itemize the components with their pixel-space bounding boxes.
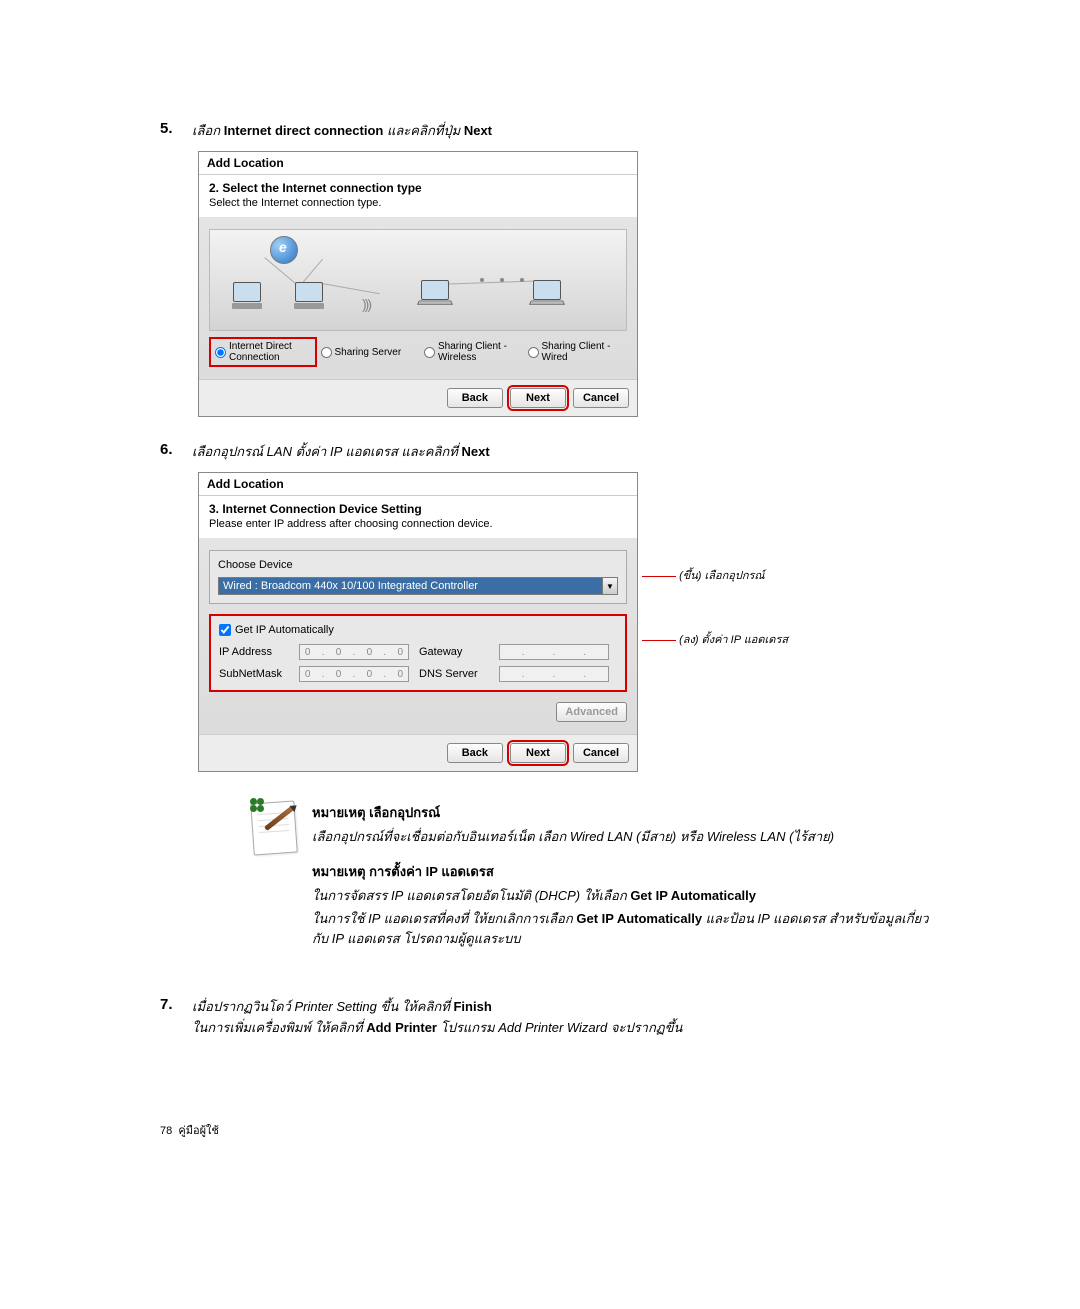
ip-address-label: IP Address [219,646,289,658]
text: เลือกอุปกรณ์ LAN ตั้งค่า IP แอดเดรส และค… [192,444,461,459]
text: เลือก [192,123,224,138]
wireless-waves-icon: ))) [362,296,370,312]
device-value: Wired : Broadcom 440x 10/100 Integrated … [218,577,602,595]
step-6: 6. เลือกอุปกรณ์ LAN ตั้งค่า IP แอดเดรส แ… [160,441,940,972]
subnet-input[interactable]: 0. 0. 0. 0 [299,666,409,682]
get-ip-auto-checkbox[interactable]: Get IP Automatically [219,624,617,636]
text: และคลิกที่ปุ่ม [383,123,463,138]
next-button[interactable]: Next [510,388,566,408]
next-button[interactable]: Next [510,743,566,763]
radio-input[interactable] [528,347,539,358]
radio-input[interactable] [321,347,332,358]
annotation-choose-device: (ขึ้น) เลือกอุปกรณ์ [642,566,765,584]
step-5: 5. เลือก Internet direct connection และค… [160,120,940,417]
dialog-title: Add Location [199,473,637,496]
annotation-ip-settings: (ลง) ตั้งค่า IP แอดเดรส [642,630,788,648]
back-button[interactable]: Back [447,388,503,408]
footer-label: คู่มือผู้ใช้ [178,1125,219,1137]
back-button[interactable]: Back [447,743,503,763]
radio-sharing-wireless[interactable]: Sharing Client - Wireless [420,337,524,367]
step-number: 5. [160,120,192,137]
radio-label: Internet Direct Connection [229,341,311,363]
gateway-label: Gateway [419,646,489,658]
choose-device-box: Choose Device Wired : Broadcom 440x 10/1… [209,550,627,604]
radio-input[interactable] [215,347,226,358]
network-diagram: ))) [209,229,627,331]
dialog-add-location-2: Add Location 3. Internet Connection Devi… [198,472,638,772]
radio-input[interactable] [424,347,435,358]
checkbox-label: Get IP Automatically [235,624,334,636]
step-7-text: เมื่อปรากฏวินโดว์ Printer Setting ขึ้น ใ… [192,996,940,1038]
note-text-3: ในการใช้ IP แอดเดรสที่คงที่ ให้ยกเลิกการ… [312,909,940,948]
computer-icon [230,282,264,312]
laptop-icon [418,280,452,310]
dialog-subtext: Please enter IP address after choosing c… [209,518,627,530]
subnet-label: SubNetMask [219,668,289,680]
connection-type-radio-group: Internet Direct Connection Sharing Serve… [209,337,627,367]
dialog-heading: 2. Select the Internet connection type [209,181,627,195]
note-icon [252,802,296,854]
laptop-icon [530,280,564,310]
step-5-text: เลือก Internet direct connection และคลิก… [192,120,940,141]
dialog-subtext: Select the Internet connection type. [209,197,627,209]
ie-globe-icon [270,236,298,264]
note-text-1: เลือกอุปกรณ์ที่จะเชื่อมต่อกับอินเทอร์เน็… [312,827,940,847]
text: โปรแกรม Add Printer Wizard จะปรากฏขึ้น [437,1020,682,1035]
gateway-input[interactable]: . . . [499,644,609,660]
dialog-heading: 3. Internet Connection Device Setting [209,502,627,516]
text-bold: Internet direct connection [224,123,384,138]
note-block: หมายเหตุ เลือกอุปกรณ์ เลือกอุปกรณ์ที่จะเ… [252,802,940,962]
dialog-add-location-1: Add Location 2. Select the Internet conn… [198,151,638,417]
radio-label: Sharing Server [335,347,402,358]
text-bold: Finish [453,999,491,1014]
dns-label: DNS Server [419,668,489,680]
note-text-2: ในการจัดสรร IP แอดเดรสโดยอัตโนมัติ (DHCP… [312,886,940,906]
radio-sharing-wired[interactable]: Sharing Client - Wired [524,337,628,367]
page-number: 78 [160,1125,172,1137]
chevron-down-icon[interactable]: ▼ [602,577,618,595]
dialog-title: Add Location [199,152,637,175]
cancel-button[interactable]: Cancel [573,743,629,763]
note-heading-1: หมายเหตุ เลือกอุปกรณ์ [312,802,940,823]
radio-label: Sharing Client - Wireless [438,341,520,363]
ip-settings-box: Get IP Automatically IP Address 0. 0. 0.… [209,614,627,692]
step-7: 7. เมื่อปรากฏวินโดว์ Printer Setting ขึ้… [160,996,940,1048]
text: ในการเพิ่มเครื่องพิมพ์ ให้คลิกที่ [192,1020,366,1035]
advanced-button[interactable]: Advanced [556,702,627,722]
text: เมื่อปรากฏวินโดว์ Printer Setting ขึ้น ใ… [192,999,453,1014]
radio-internet-direct[interactable]: Internet Direct Connection [209,337,317,367]
note-heading-2: หมายเหตุ การตั้งค่า IP แอดเดรส [312,861,940,882]
page-footer: 78 คู่มือผู้ใช้ [160,1121,219,1139]
computer-icon [292,282,326,312]
ip-address-input[interactable]: 0. 0. 0. 0 [299,644,409,660]
cancel-button[interactable]: Cancel [573,388,629,408]
radio-label: Sharing Client - Wired [542,341,624,363]
step-6-text: เลือกอุปกรณ์ LAN ตั้งค่า IP แอดเดรส และค… [192,441,940,462]
radio-sharing-server[interactable]: Sharing Server [317,337,421,367]
choose-device-label: Choose Device [218,559,618,571]
checkbox-input[interactable] [219,624,231,636]
device-dropdown[interactable]: Wired : Broadcom 440x 10/100 Integrated … [218,577,618,595]
step-number: 6. [160,441,192,458]
step-number: 7. [160,996,192,1013]
dns-input[interactable]: . . . [499,666,609,682]
text-bold: Add Printer [366,1020,437,1035]
text-bold: Next [461,444,489,459]
text-bold: Next [464,123,492,138]
